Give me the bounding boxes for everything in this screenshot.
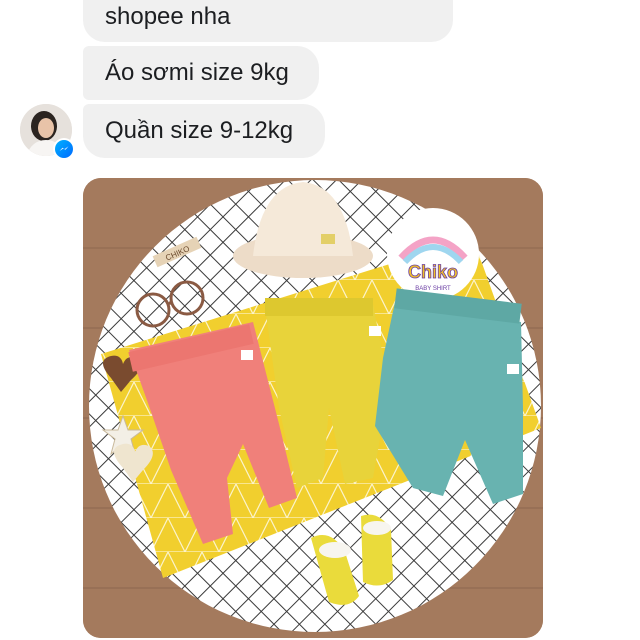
message-bubble-3[interactable]: Quần size 9-12kg <box>83 104 325 158</box>
message-bubble-2[interactable]: Áo sơmi size 9kg <box>83 46 319 100</box>
shared-photo[interactable]: CHIKO Chiko BABY SHIRT <box>83 178 543 638</box>
product-photo: CHIKO Chiko BABY SHIRT <box>83 178 543 638</box>
messenger-icon <box>53 138 75 160</box>
message-bubble-1[interactable]: shopee nha <box>83 0 453 42</box>
brand-logo: Chiko BABY SHIRT <box>387 208 479 300</box>
brand-name: Chiko <box>408 262 458 282</box>
brand-tagline: BABY SHIRT <box>415 286 451 292</box>
message-text: Quần size 9-12kg <box>105 117 294 144</box>
message-text: Áo sơmi size 9kg <box>105 59 289 86</box>
message-text: shopee nha <box>105 3 231 30</box>
